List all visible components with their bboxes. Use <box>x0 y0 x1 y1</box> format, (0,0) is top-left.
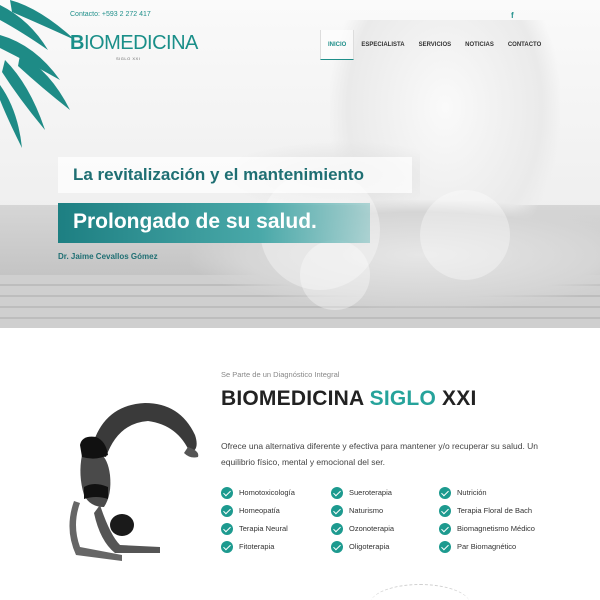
facebook-icon[interactable]: f <box>511 11 514 20</box>
hero-author: Dr. Jaime Cevallos Gómez <box>58 252 158 261</box>
contact-phone[interactable]: Contacto: +593 2 272 417 <box>70 11 151 18</box>
check-icon <box>221 505 233 517</box>
service-label: Sueroterapia <box>349 488 392 497</box>
title-accent: SIGLO <box>369 387 436 410</box>
list-item: Fitoterapia <box>221 540 274 554</box>
bamboo-leaves-icon <box>0 0 75 148</box>
logo-initial: B <box>70 32 84 54</box>
nav-item-inicio[interactable]: INICIO <box>320 30 355 60</box>
check-icon <box>331 523 343 535</box>
list-item: Homeopatía <box>221 504 280 518</box>
check-icon <box>331 541 343 553</box>
list-item: Terapia Floral de Bach <box>439 504 532 518</box>
nav-item-especialista[interactable]: ESPECIALISTA <box>354 30 411 60</box>
hero-headline-line2: Prolongado de su salud. <box>58 203 370 243</box>
deco-circle <box>420 190 510 280</box>
list-item: Biomagnetismo Médico <box>439 522 535 536</box>
site-logo[interactable]: BIOMEDICINA SIGLO XXI <box>70 32 198 61</box>
service-label: Par Biomagnético <box>457 542 517 551</box>
service-label: Terapia Floral de Bach <box>457 506 533 515</box>
title-main: BIOMEDICINA <box>221 387 364 410</box>
decorative-arc <box>370 584 470 600</box>
list-item: Par Biomagnético <box>439 540 516 554</box>
check-icon <box>331 505 343 517</box>
check-icon <box>331 487 343 499</box>
nav-item-servicios[interactable]: SERVICIOS <box>412 30 459 60</box>
check-icon <box>439 487 451 499</box>
list-item: Naturismo <box>331 504 383 518</box>
service-label: Oligoterapia <box>349 542 390 551</box>
list-item: Oligoterapia <box>331 540 389 554</box>
list-item: Terapia Neural <box>221 522 288 536</box>
logo-text: IOMEDICINA <box>83 32 198 54</box>
check-icon <box>439 541 451 553</box>
hero-headline-line1: La revitalización y el mantenimiento <box>58 157 412 193</box>
check-icon <box>221 487 233 499</box>
yoga-pose-image <box>69 403 199 561</box>
list-item: Sueroterapia <box>331 486 392 500</box>
service-label: Fitoterapia <box>239 542 275 551</box>
service-label: Naturismo <box>349 506 384 515</box>
section-description: Ofrece una alternativa diferente y efect… <box>221 441 539 467</box>
logo-subtitle: SIGLO XXI <box>116 56 141 61</box>
service-label: Homotoxicología <box>239 488 295 497</box>
nav-item-contacto[interactable]: CONTACTO <box>501 30 548 60</box>
check-icon <box>439 523 451 535</box>
main-nav: INICIO ESPECIALISTA SERVICIOS NOTICIAS C… <box>320 30 548 60</box>
list-item: Ozonoterapia <box>331 522 394 536</box>
service-label: Homeopatía <box>239 506 280 515</box>
section-title: BIOMEDICINA SIGLO XXI <box>221 387 476 411</box>
check-icon <box>439 505 451 517</box>
check-icon <box>221 541 233 553</box>
service-label: Ozonoterapia <box>349 524 395 533</box>
check-icon <box>221 523 233 535</box>
list-item: Nutrición <box>439 486 487 500</box>
list-item: Homotoxicología <box>221 486 295 500</box>
service-label: Nutrición <box>457 488 487 497</box>
section-kicker: Se Parte de un Diagnóstico Integral <box>221 370 340 379</box>
title-end: XXI <box>442 387 477 410</box>
service-label: Biomagnetismo Médico <box>457 524 535 533</box>
service-label: Terapia Neural <box>239 524 288 533</box>
nav-item-noticias[interactable]: NOTICIAS <box>458 30 501 60</box>
deco-circle <box>300 240 370 310</box>
